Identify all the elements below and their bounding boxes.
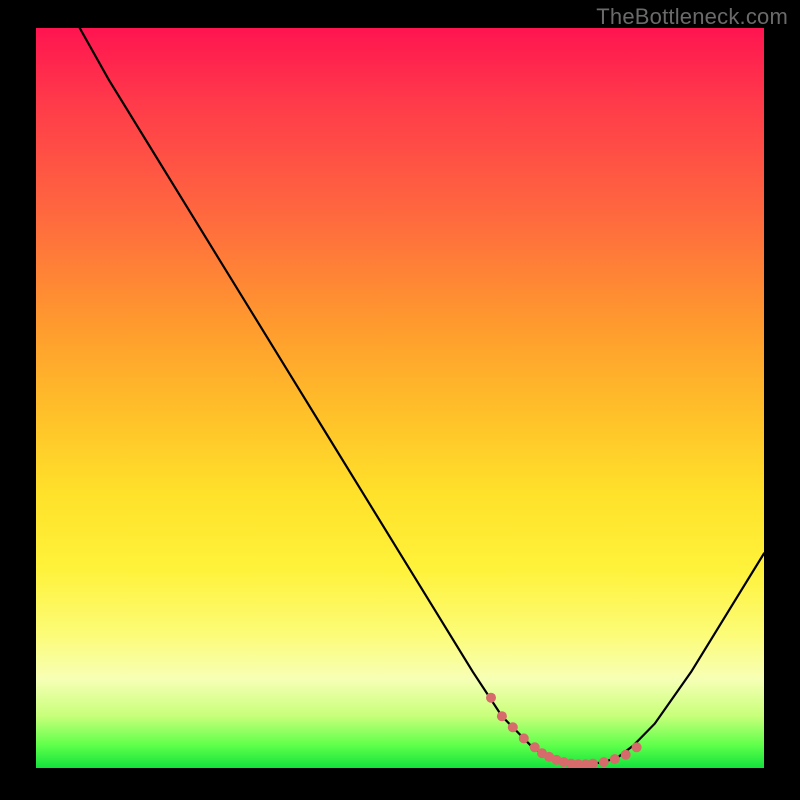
curve-path: [80, 28, 764, 764]
optimal-range-dots: [486, 693, 642, 768]
plot-area: [36, 28, 764, 768]
optimal-dot: [519, 733, 529, 743]
optimal-dot: [599, 757, 609, 767]
optimal-dot: [486, 693, 496, 703]
optimal-dot: [508, 722, 518, 732]
optimal-dot: [588, 759, 598, 768]
optimal-dot: [632, 742, 642, 752]
watermark-text: TheBottleneck.com: [596, 4, 788, 30]
optimal-dot: [497, 711, 507, 721]
bottleneck-curve: [36, 28, 764, 768]
optimal-dot: [610, 754, 620, 764]
optimal-dot: [621, 750, 631, 760]
chart-frame: TheBottleneck.com: [0, 0, 800, 800]
